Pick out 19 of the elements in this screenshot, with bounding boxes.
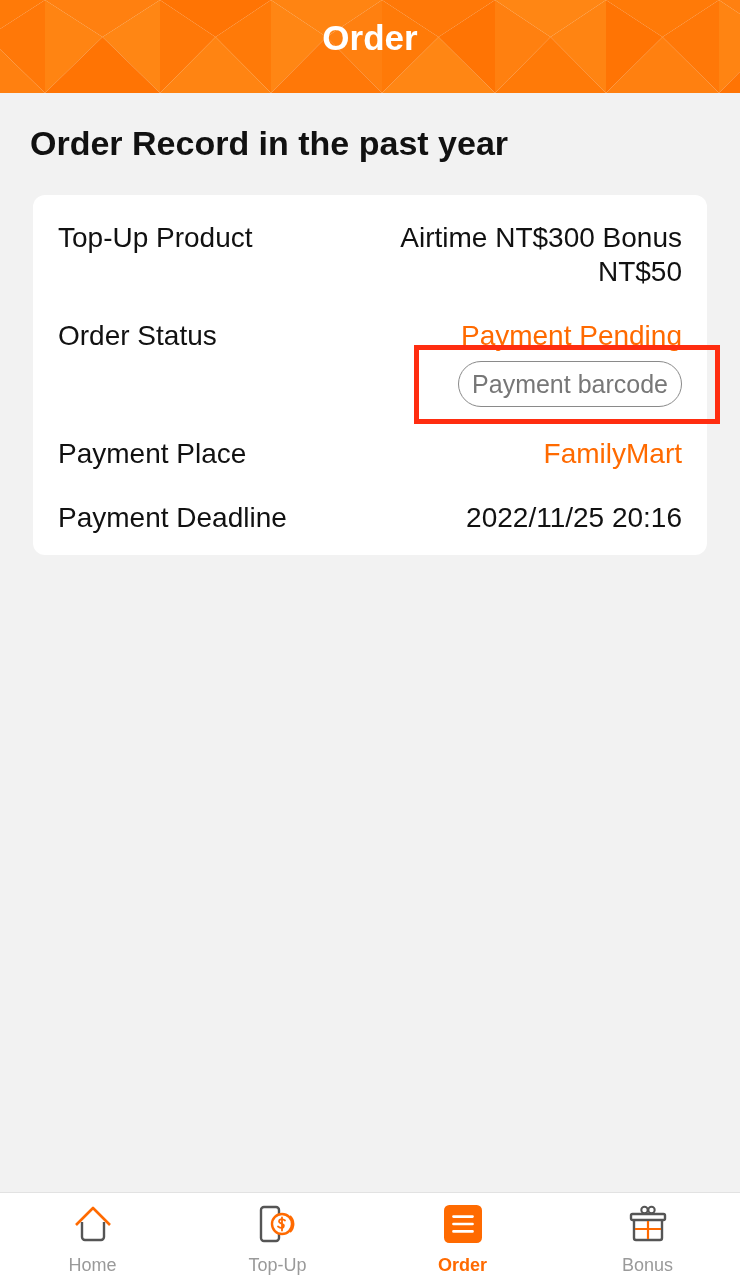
barcode-button[interactable]: Payment barcode bbox=[458, 361, 682, 407]
gift-icon bbox=[628, 1205, 667, 1243]
tab[interactable]: Home bbox=[0, 1193, 185, 1280]
field-value: Airtime NT$300 Bonus NT$50 bbox=[399, 221, 682, 289]
home-icon bbox=[73, 1205, 112, 1243]
field-label: Payment Deadline bbox=[58, 501, 287, 535]
field-label: Top-Up Product bbox=[58, 221, 253, 255]
field-label: Order Status bbox=[58, 319, 217, 353]
phone-coin-icon bbox=[258, 1205, 297, 1243]
list-icon bbox=[443, 1205, 482, 1243]
tab[interactable]: Order bbox=[370, 1193, 555, 1280]
field-label: Payment Place bbox=[58, 437, 247, 471]
field-value: Payment Pending bbox=[460, 319, 682, 353]
section-heading: Order Record in the past year bbox=[30, 123, 510, 163]
field-value: FamilyMart bbox=[543, 437, 682, 471]
field-value: 2022/11/25 20:16 bbox=[466, 501, 682, 535]
tab[interactable]: Bonus bbox=[555, 1193, 740, 1280]
tab[interactable]: Top-Up bbox=[185, 1193, 370, 1280]
page-title: Order bbox=[322, 17, 418, 58]
